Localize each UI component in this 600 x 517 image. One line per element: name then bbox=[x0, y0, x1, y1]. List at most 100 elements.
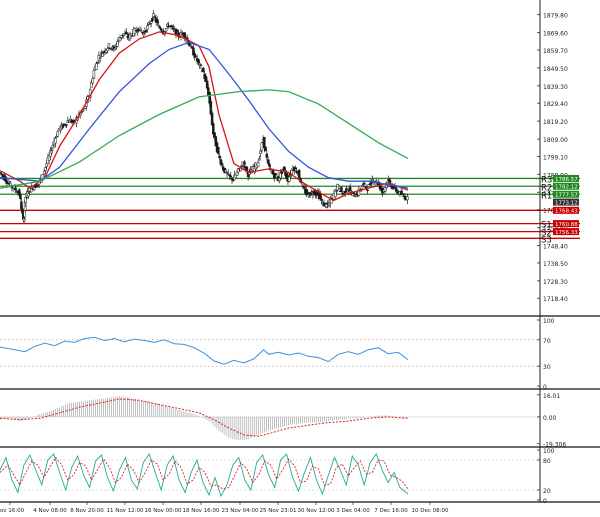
candle-body bbox=[361, 184, 364, 187]
candle-body bbox=[392, 187, 395, 189]
candle-body bbox=[194, 55, 198, 58]
candle-body bbox=[144, 30, 148, 33]
candle-body bbox=[340, 187, 343, 192]
level-value-label: 1756.33 bbox=[555, 230, 578, 236]
candle-body bbox=[92, 70, 96, 79]
macd-panel: 16.010.00-19.306 bbox=[0, 393, 566, 449]
candle-body bbox=[50, 150, 53, 154]
candle-body bbox=[156, 19, 159, 23]
price-tick-label: 1829.40 bbox=[543, 101, 568, 108]
candle-body bbox=[231, 179, 235, 182]
stochastic-tick-label: 100 bbox=[543, 448, 555, 455]
rsi-line bbox=[0, 336, 409, 365]
candle-body bbox=[141, 32, 144, 34]
candle-body bbox=[56, 131, 60, 137]
candle-body bbox=[199, 64, 203, 66]
candle-body bbox=[138, 26, 142, 30]
candle-body bbox=[348, 187, 352, 191]
candle-body bbox=[101, 53, 104, 57]
candle-body bbox=[220, 163, 224, 166]
candle-body bbox=[282, 166, 286, 171]
candle-body bbox=[151, 17, 154, 22]
macd-tick-label: 16.01 bbox=[543, 393, 560, 400]
candle-body bbox=[218, 155, 221, 158]
moving-average-line bbox=[0, 89, 409, 189]
rsi-tick-label: 30 bbox=[543, 364, 551, 371]
candle-body bbox=[366, 189, 369, 191]
candle-body bbox=[15, 191, 19, 193]
x-tick-label: 18 Nov 16:00 bbox=[182, 508, 220, 514]
price-tick-label: 1819.20 bbox=[543, 119, 568, 126]
candle-body bbox=[189, 45, 193, 47]
candle-body bbox=[260, 142, 264, 151]
x-tick-label: 8 Nov 20:00 bbox=[70, 508, 104, 514]
stochastic-panel: 10080200 bbox=[0, 448, 555, 505]
candle-body bbox=[337, 186, 341, 189]
candle-body bbox=[164, 28, 168, 32]
candle-body bbox=[243, 161, 246, 165]
candle-body bbox=[341, 192, 344, 195]
level-value-label: 1768.43 bbox=[555, 209, 578, 215]
level-value-label: 1777.57 bbox=[555, 193, 578, 199]
candle-body bbox=[325, 206, 328, 208]
candle-body bbox=[149, 21, 153, 24]
candle-body bbox=[202, 67, 205, 73]
candle-body bbox=[116, 41, 119, 47]
candle-body bbox=[259, 150, 262, 154]
candle-body bbox=[394, 187, 398, 192]
candle-body bbox=[157, 24, 160, 27]
candle-body bbox=[100, 52, 103, 54]
forex-chart: 1879.80 1869.60 1859.70 1849.50 1839.30 1829.… bbox=[0, 0, 600, 514]
candle-body bbox=[142, 33, 145, 36]
x-tick-label: 3 Dec 04:00 bbox=[336, 508, 370, 514]
candle-body bbox=[295, 170, 298, 174]
candle-body bbox=[172, 28, 175, 30]
candle-body bbox=[274, 173, 277, 176]
candle-body bbox=[51, 145, 55, 149]
candle-body bbox=[62, 123, 66, 125]
candle-body bbox=[55, 136, 58, 138]
x-axis: Nov 16:00 4 Nov 08:008 Nov 20:0011 Nov 12… bbox=[0, 502, 449, 514]
candle-body bbox=[375, 180, 378, 182]
candle-body bbox=[307, 196, 311, 198]
level-value-label: 1782.12 bbox=[555, 185, 578, 191]
x-tick-label: 4 Nov 08:00 bbox=[33, 508, 67, 514]
candle-body bbox=[264, 146, 267, 152]
candle-body bbox=[44, 167, 47, 171]
candle-body bbox=[280, 171, 284, 174]
candle-body bbox=[268, 163, 271, 167]
candle-body bbox=[324, 202, 327, 204]
last-price-label: 1773.12 bbox=[555, 200, 578, 206]
candle-body bbox=[297, 169, 301, 178]
candle-body bbox=[159, 28, 163, 31]
candle-body bbox=[96, 61, 99, 64]
candle-body bbox=[371, 179, 374, 182]
candle-body bbox=[239, 168, 242, 172]
candle-body bbox=[302, 186, 306, 189]
stochastic-tick-label: 20 bbox=[543, 488, 551, 495]
candle-body bbox=[146, 25, 149, 30]
candle-body bbox=[113, 47, 117, 50]
candle-body bbox=[352, 192, 356, 194]
macd-tick-label: 0.00 bbox=[543, 415, 557, 422]
candle-body bbox=[29, 191, 32, 193]
candle-body bbox=[224, 169, 228, 173]
candle-body bbox=[19, 193, 22, 200]
candle-body bbox=[351, 193, 354, 197]
x-tick-label: 25 Nov 23:01 bbox=[259, 508, 296, 514]
candle-body bbox=[176, 29, 179, 32]
candle-body bbox=[227, 173, 230, 175]
candle-body bbox=[309, 192, 312, 196]
candle-body bbox=[158, 26, 162, 29]
macd-signal-line bbox=[0, 398, 409, 437]
price-tick-label: 1849.50 bbox=[543, 66, 568, 73]
rsi-panel: 100 70 30 0 bbox=[0, 318, 555, 391]
candle-body bbox=[406, 196, 409, 201]
candle-body bbox=[205, 80, 209, 89]
rsi-tick-label: 0 bbox=[543, 384, 547, 391]
price-tick-label: 1879.80 bbox=[543, 13, 568, 20]
price-tick-label: 1738.50 bbox=[543, 261, 568, 268]
level-value-label: 1760.88 bbox=[555, 222, 578, 228]
rsi-tick-label: 70 bbox=[543, 338, 551, 345]
candle-body bbox=[106, 48, 109, 52]
